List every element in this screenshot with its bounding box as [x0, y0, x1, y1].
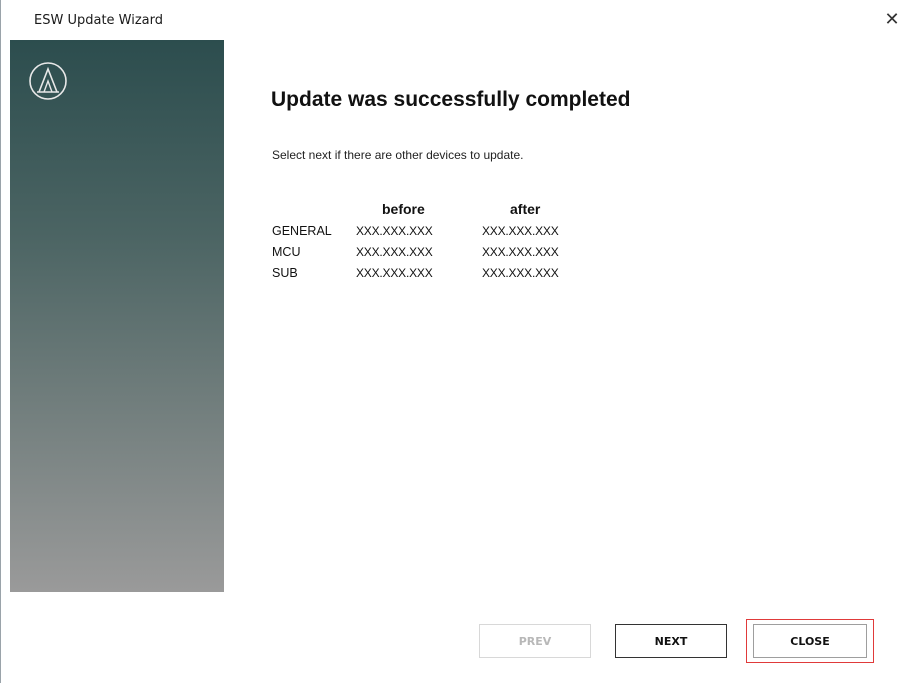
sidebar-banner — [10, 40, 224, 592]
before-version: XXX.XXX.XXX — [356, 245, 433, 259]
page-title: Update was successfully completed — [271, 88, 631, 111]
before-version: XXX.XXX.XXX — [356, 224, 433, 238]
row-label: MCU — [272, 245, 301, 259]
after-version: XXX.XXX.XXX — [482, 245, 559, 259]
header-before: before — [382, 201, 425, 217]
close-button[interactable]: CLOSE — [753, 624, 867, 658]
title-bar: ESW Update Wizard ✕ — [1, 0, 903, 40]
wizard-window: ESW Update Wizard ✕ Update was successfu… — [0, 0, 903, 683]
instruction-text: Select next if there are other devices t… — [272, 148, 524, 162]
after-version: XXX.XXX.XXX — [482, 224, 559, 238]
prev-button[interactable]: PREV — [479, 624, 591, 658]
row-label: SUB — [272, 266, 298, 280]
before-version: XXX.XXX.XXX — [356, 266, 433, 280]
next-button[interactable]: NEXT — [615, 624, 727, 658]
audio-technica-logo-icon — [29, 62, 67, 100]
header-after: after — [510, 201, 541, 217]
after-version: XXX.XXX.XXX — [482, 266, 559, 280]
window-close-icon[interactable]: ✕ — [881, 9, 903, 31]
row-label: GENERAL — [272, 224, 332, 238]
window-title: ESW Update Wizard — [34, 13, 164, 28]
